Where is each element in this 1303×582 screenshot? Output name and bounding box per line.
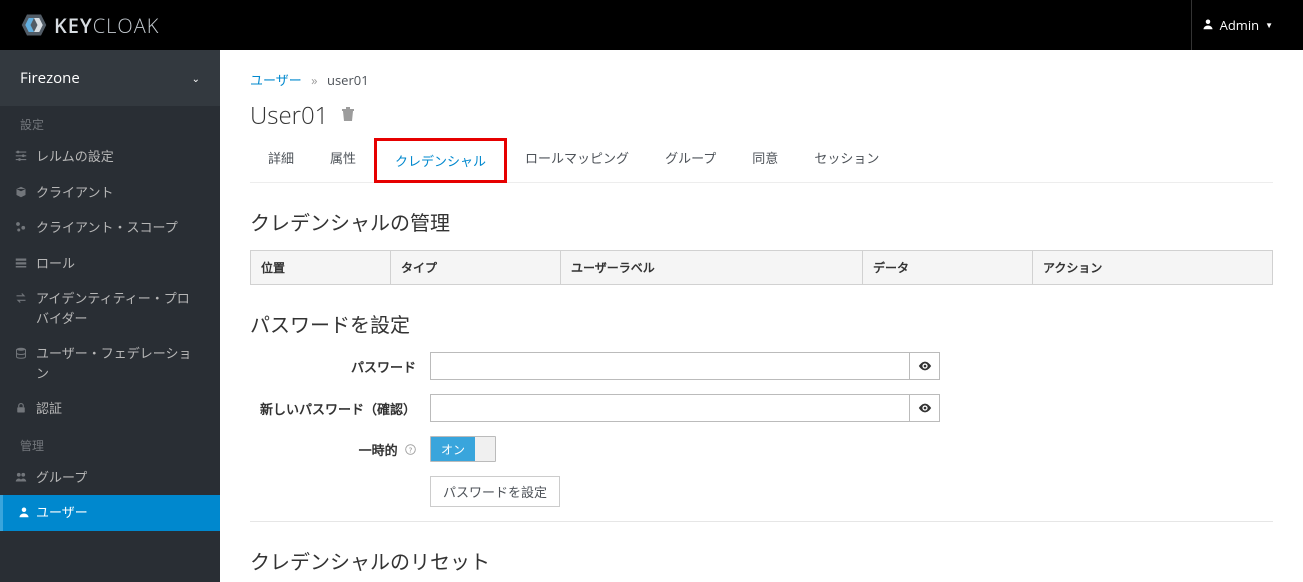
keycloak-icon [20, 11, 48, 39]
submit-row: パスワードを設定 [250, 476, 1273, 507]
divider [250, 521, 1273, 522]
password-row: パスワード [250, 352, 1273, 380]
sidebar-item-user-federation[interactable]: ユーザー・フェデレーション [0, 336, 220, 391]
sidebar-item-realm-settings[interactable]: レルムの設定 [0, 139, 220, 175]
col-user-label: ユーザーラベル [561, 251, 863, 285]
sidebar-item-groups[interactable]: グループ [0, 460, 220, 496]
nav-label: アイデンティティー・プロバイダー [36, 289, 200, 328]
chevron-down-icon: ⌄ [192, 71, 200, 85]
nav-label: グループ [36, 468, 87, 488]
exchange-icon [14, 291, 28, 309]
col-position: 位置 [251, 251, 391, 285]
section-header-config: 設定 [0, 106, 220, 139]
svg-text:?: ? [409, 446, 412, 455]
realm-name: Firezone [20, 68, 80, 88]
brand-logo[interactable]: KEYCLOAK [20, 11, 159, 39]
sidebar-item-client-scopes[interactable]: クライアント・スコープ [0, 210, 220, 246]
nav-label: ロール [36, 254, 75, 274]
lock-icon [14, 401, 28, 419]
nav-label: ユーザー [36, 503, 88, 523]
sidebar-item-clients[interactable]: クライアント [0, 175, 220, 211]
user-icon [17, 505, 31, 523]
nav-label: クライアント [36, 183, 113, 203]
credentials-table: 位置 タイプ ユーザーラベル データ アクション [250, 250, 1273, 285]
eye-icon [918, 401, 932, 415]
cube-icon [14, 185, 28, 203]
manage-credentials-title: クレデンシャルの管理 [250, 207, 1273, 236]
password-input[interactable] [430, 352, 910, 380]
page-title: User01 [250, 99, 1273, 132]
tab-credentials[interactable]: クレデンシャル [374, 138, 507, 183]
col-type: タイプ [391, 251, 561, 285]
main-content: ユーザー » user01 User01 詳細 属性 クレデンシャル ロールマッ… [220, 50, 1303, 582]
breadcrumb-separator: » [311, 71, 317, 89]
set-password-title: パスワードを設定 [250, 309, 1273, 338]
user-menu[interactable]: Admin ▼ [1191, 0, 1283, 50]
page-title-text: User01 [250, 99, 328, 132]
user-icon [1202, 17, 1214, 34]
tabs: 詳細 属性 クレデンシャル ロールマッピング グループ 同意 セッション [250, 138, 1273, 183]
eye-icon [918, 359, 932, 373]
tab-role-mapping[interactable]: ロールマッピング [507, 138, 647, 182]
scopes-icon [14, 220, 28, 238]
user-label: Admin [1220, 16, 1259, 34]
help-icon[interactable]: ? [405, 444, 416, 459]
list-icon [14, 256, 28, 274]
password-label: パスワード [250, 357, 430, 376]
reset-credentials-title: クレデンシャルのリセット [250, 546, 1273, 575]
topbar: KEYCLOAK Admin ▼ [0, 0, 1303, 50]
sidebar-item-roles[interactable]: ロール [0, 246, 220, 282]
brand-text: KEYCLOAK [54, 12, 159, 39]
confirm-password-label: 新しいパスワード（確認） [250, 399, 430, 418]
section-header-manage: 管理 [0, 427, 220, 460]
sidebar-item-identity-providers[interactable]: アイデンティティー・プロバイダー [0, 281, 220, 336]
nav-label: ユーザー・フェデレーション [36, 344, 200, 383]
database-icon [14, 346, 28, 364]
nav-label: クライアント・スコープ [36, 218, 178, 238]
toggle-on-label: オン [431, 437, 475, 461]
temporary-toggle[interactable]: オン [430, 436, 496, 462]
confirm-password-input[interactable] [430, 394, 910, 422]
delete-user-button[interactable] [340, 104, 356, 128]
tab-attributes[interactable]: 属性 [312, 138, 374, 182]
chevron-down-icon: ▼ [1265, 20, 1273, 31]
toggle-off-area [475, 437, 495, 461]
breadcrumb-root[interactable]: ユーザー [250, 71, 302, 89]
realm-selector[interactable]: Firezone ⌄ [0, 50, 220, 106]
temporary-row: 一時的 ? オン [250, 436, 1273, 462]
sidebar: Firezone ⌄ 設定 レルムの設定 クライアント クライアント・スコープ … [0, 50, 220, 582]
temporary-label: 一時的 ? [250, 440, 430, 459]
confirm-password-row: 新しいパスワード（確認） [250, 394, 1273, 422]
breadcrumb: ユーザー » user01 [250, 70, 1273, 89]
nav-label: 認証 [36, 399, 62, 419]
col-actions: アクション [1033, 251, 1273, 285]
toggle-confirm-visibility[interactable] [910, 394, 940, 422]
group-icon [14, 470, 28, 488]
toggle-password-visibility[interactable] [910, 352, 940, 380]
tab-consent[interactable]: 同意 [734, 138, 796, 182]
sidebar-item-authentication[interactable]: 認証 [0, 391, 220, 427]
sidebar-item-users[interactable]: ユーザー [0, 495, 220, 531]
nav-label: レルムの設定 [36, 147, 114, 167]
breadcrumb-current: user01 [327, 71, 369, 89]
tab-sessions[interactable]: セッション [796, 138, 897, 182]
set-password-button[interactable]: パスワードを設定 [430, 476, 560, 507]
col-data: データ [863, 251, 1033, 285]
tab-groups[interactable]: グループ [647, 138, 734, 182]
sliders-icon [14, 149, 28, 167]
tab-details[interactable]: 詳細 [250, 138, 312, 182]
